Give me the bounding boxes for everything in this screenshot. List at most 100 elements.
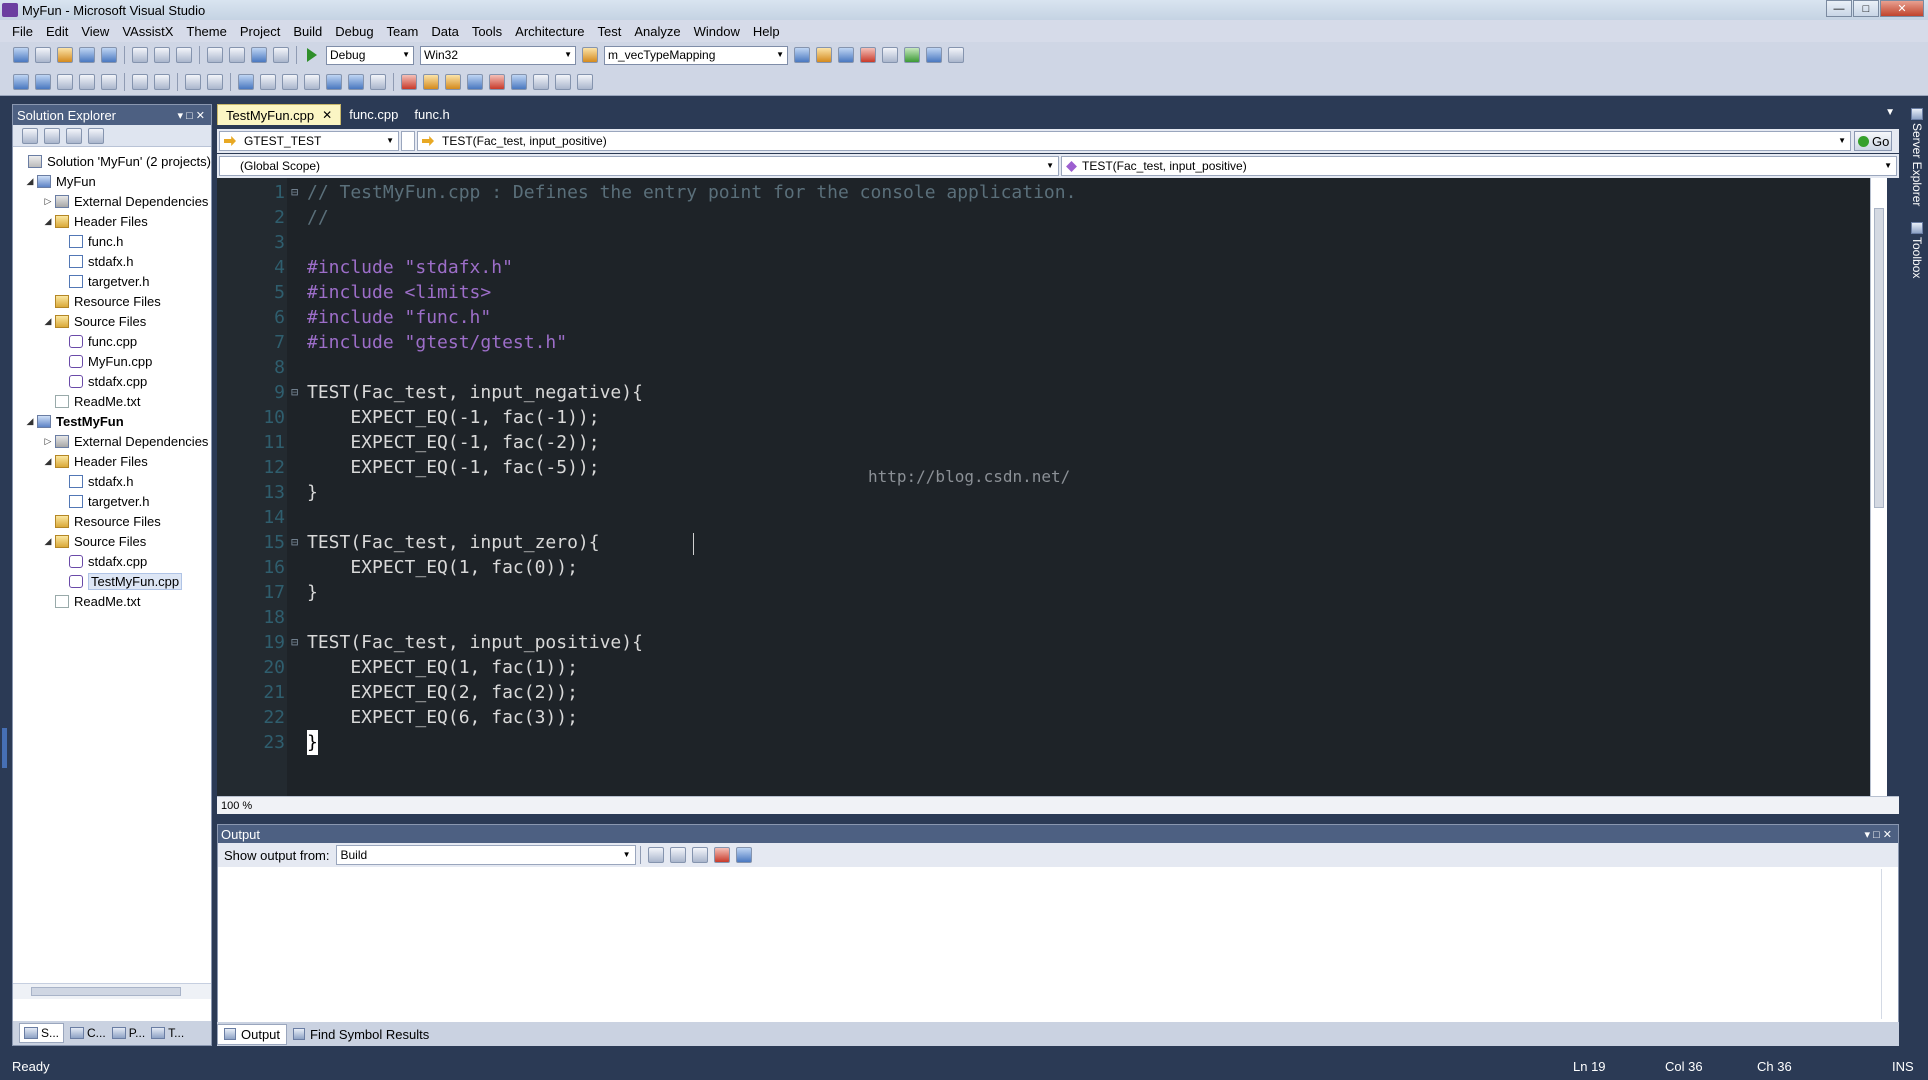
output-vscrollbar[interactable]: [1881, 869, 1898, 1019]
output-source-select[interactable]: Build ▼: [335, 845, 636, 865]
display-quick-info-icon[interactable]: [57, 73, 73, 90]
collapse-arrow-icon[interactable]: ◢: [41, 456, 55, 467]
redo-icon[interactable]: [229, 47, 245, 63]
display-parameter-info-icon[interactable]: [35, 73, 51, 90]
tree-item-resource-files[interactable]: Resource Files: [13, 291, 211, 311]
tree-item-project-testmyfun[interactable]: ◢ TestMyFun: [13, 411, 211, 431]
menu-file[interactable]: File: [12, 24, 33, 39]
find-in-files-icon[interactable]: [582, 47, 598, 63]
toolbox-icon[interactable]: [860, 47, 876, 63]
collapse-arrow-icon[interactable]: ◢: [23, 176, 37, 187]
display-word-completion-icon[interactable]: [79, 73, 95, 90]
tree-item-file[interactable]: targetver.h: [13, 491, 211, 511]
tree-item-file[interactable]: func.cpp: [13, 331, 211, 351]
menu-architecture[interactable]: Architecture: [515, 24, 584, 39]
open-file-icon[interactable]: [57, 47, 73, 63]
definition-spin[interactable]: [401, 131, 415, 151]
properties-icon[interactable]: [816, 47, 832, 63]
close-tab-icon[interactable]: ✕: [322, 108, 332, 122]
increase-indent-icon[interactable]: [132, 73, 148, 90]
scope-combo[interactable]: (Global Scope) ▼: [219, 156, 1059, 176]
vassistx-list-methods-icon[interactable]: [445, 73, 461, 90]
collapse-arrow-icon[interactable]: ◢: [41, 536, 55, 547]
solution-explorer-icon[interactable]: [794, 47, 810, 63]
start-debugging-icon[interactable]: [307, 48, 317, 62]
tools-icon[interactable]: [882, 47, 898, 63]
go-button[interactable]: Go: [1854, 131, 1892, 151]
menu-project[interactable]: Project: [240, 24, 280, 39]
tree-item-external-dependencies[interactable]: ▷ External Dependencies: [13, 431, 211, 451]
navigate-forward-icon[interactable]: [273, 47, 289, 63]
tab-solution-explorer[interactable]: S...: [19, 1023, 65, 1043]
extension-manager-icon[interactable]: [926, 47, 942, 63]
properties-icon[interactable]: [22, 127, 38, 144]
tree-item-file[interactable]: stdafx.cpp: [13, 551, 211, 571]
tree-item-project-myfun[interactable]: ◢ MyFun: [13, 171, 211, 191]
menu-window[interactable]: Window: [694, 24, 740, 39]
command-window-icon[interactable]: [948, 47, 964, 63]
editor-hscrollbar[interactable]: 100 %: [217, 796, 1899, 814]
expand-arrow-icon[interactable]: ▷: [41, 196, 55, 207]
menu-debug[interactable]: Debug: [335, 24, 373, 39]
vassistx-spell-check-icon[interactable]: [555, 73, 571, 90]
menu-test[interactable]: Test: [598, 24, 622, 39]
fold-toggle-icon[interactable]: ⊟: [291, 630, 298, 655]
find-message-in-code-icon[interactable]: [647, 847, 664, 863]
start-page-icon[interactable]: [904, 47, 920, 63]
next-bookmark-in-folder-icon[interactable]: [326, 73, 342, 90]
tree-item-file[interactable]: stdafx.cpp: [13, 371, 211, 391]
refresh-icon[interactable]: [66, 127, 82, 144]
tree-item-solution[interactable]: Solution 'MyFun' (2 projects): [13, 151, 211, 171]
collapse-arrow-icon[interactable]: ◢: [23, 416, 37, 427]
minimize-button[interactable]: —: [1826, 0, 1852, 17]
tree-item-file[interactable]: ReadMe.txt: [13, 391, 211, 411]
comment-out-icon[interactable]: [154, 73, 170, 90]
menu-data[interactable]: Data: [431, 24, 458, 39]
scroll-thumb[interactable]: [31, 987, 181, 996]
tab-func-h[interactable]: func.h: [406, 104, 457, 125]
show-all-files-icon[interactable]: [44, 127, 60, 144]
vassistx-find-symbol-icon[interactable]: [423, 73, 439, 90]
tree-item-file-selected[interactable]: TestMyFun.cpp: [13, 571, 211, 591]
fold-toggle-icon[interactable]: ⊟: [291, 380, 298, 405]
paste-icon[interactable]: [176, 47, 192, 63]
cut-icon[interactable]: [132, 47, 148, 63]
add-item-icon[interactable]: [35, 47, 51, 63]
tree-item-file[interactable]: stdafx.h: [13, 251, 211, 271]
solution-explorer-hscrollbar[interactable]: [13, 983, 211, 999]
clear-bookmarks-icon[interactable]: [348, 73, 364, 90]
menu-tools[interactable]: Tools: [472, 24, 502, 39]
new-project-icon[interactable]: [13, 47, 29, 63]
output-text-area[interactable]: [218, 869, 1882, 1019]
toolbox-tab[interactable]: Toolbox: [1906, 222, 1928, 278]
clear-all-icon[interactable]: [713, 847, 730, 863]
collapse-arrow-icon[interactable]: ◢: [41, 216, 55, 227]
tab-testmyfun-cpp[interactable]: TestMyFun.cpp ✕: [217, 104, 342, 125]
vassistx-back-icon[interactable]: [511, 73, 527, 90]
toggle-bookmark-icon[interactable]: [238, 73, 254, 90]
tab-list-dropdown-icon[interactable]: ▼: [1885, 107, 1895, 118]
navigate-backward-icon[interactable]: [251, 47, 267, 63]
close-button[interactable]: ✕: [1880, 0, 1924, 17]
display-object-member-list-icon[interactable]: [13, 73, 29, 90]
tab-class-view[interactable]: C...: [70, 1026, 106, 1040]
menu-analyze[interactable]: Analyze: [634, 24, 680, 39]
undo-icon[interactable]: [207, 47, 223, 63]
previous-bookmark-in-folder-icon[interactable]: [304, 73, 320, 90]
context-combo[interactable]: GTEST_TEST ▼: [219, 131, 399, 151]
menu-theme[interactable]: Theme: [186, 24, 226, 39]
vassistx-refactor-icon[interactable]: [577, 73, 593, 90]
fold-toggle-icon[interactable]: ⊟: [291, 530, 298, 555]
menu-vassistx[interactable]: VAssistX: [122, 24, 173, 39]
text-editor-options-icon[interactable]: [370, 73, 386, 90]
copy-icon[interactable]: [154, 47, 170, 63]
solution-platform-select[interactable]: Win32 ▼: [420, 45, 576, 65]
previous-bookmark-icon[interactable]: [260, 73, 276, 90]
editor-vscrollbar[interactable]: [1870, 178, 1887, 796]
tab-team-explorer[interactable]: T...: [151, 1026, 184, 1040]
menu-help[interactable]: Help: [753, 24, 780, 39]
code-editor[interactable]: 1 ⊟ // TestMyFun.cpp : Defines the entry p…: [217, 178, 1887, 796]
tab-func-cpp[interactable]: func.cpp: [341, 104, 406, 125]
menu-edit[interactable]: Edit: [46, 24, 68, 39]
maximize-button[interactable]: □: [1853, 0, 1879, 17]
